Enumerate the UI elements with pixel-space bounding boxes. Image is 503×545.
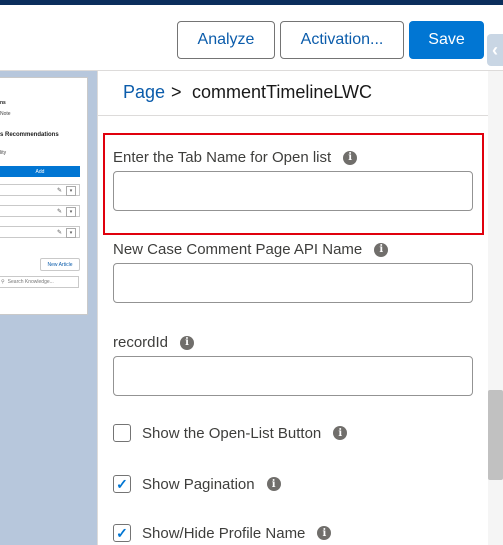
chevron-down-icon[interactable]: ▾ <box>66 228 76 238</box>
page-canvas: ns Note s Recommendations lity Add ✎ ▾ ✎… <box>0 71 97 545</box>
checkbox-row-open-list[interactable]: Show the Open-List Button i <box>113 424 348 442</box>
show-profile-name-checkbox[interactable]: ✓ <box>113 524 131 542</box>
breadcrumb-page-link[interactable]: Page <box>123 82 165 103</box>
canvas-row[interactable]: ✎ ▾ <box>0 184 80 196</box>
field-label-tab-name: Enter the Tab Name for Open list i <box>113 149 358 166</box>
canvas-row[interactable]: ✎ ▾ <box>0 226 80 238</box>
properties-panel: Page > commentTimelineLWC Enter the Tab … <box>97 71 503 545</box>
canvas-text: lity <box>0 150 7 156</box>
canvas-section-title: s Recommendations <box>0 132 59 138</box>
info-icon[interactable]: i <box>180 335 195 350</box>
field-label-text: Enter the Tab Name for Open list <box>113 149 332 166</box>
pin-icon: ✎ <box>56 209 62 215</box>
info-icon[interactable]: i <box>266 477 281 491</box>
canvas-component-card[interactable]: ns Note s Recommendations lity Add ✎ ▾ ✎… <box>0 77 88 315</box>
save-button[interactable]: Save <box>409 21 484 59</box>
knowledge-search-input[interactable]: ⚲ Search Knowledge... <box>0 276 79 288</box>
field-label-text: recordId <box>113 334 169 351</box>
show-open-list-checkbox[interactable] <box>113 424 131 442</box>
page-api-name-input[interactable] <box>113 263 473 303</box>
checkbox-row-pagination[interactable]: ✓ Show Pagination i <box>113 475 281 493</box>
scrollbar-thumb[interactable] <box>488 390 503 480</box>
field-label-text: New Case Comment Page API Name <box>113 241 363 258</box>
record-id-input[interactable] <box>113 356 473 396</box>
show-pagination-checkbox[interactable]: ✓ <box>113 475 131 493</box>
canvas-text: ns <box>0 100 6 106</box>
checkbox-row-profile-name[interactable]: ✓ Show/Hide Profile Name i <box>113 524 332 542</box>
activation-button[interactable]: Activation... <box>280 21 404 59</box>
info-icon[interactable]: i <box>374 242 389 257</box>
info-icon[interactable]: i <box>343 150 358 165</box>
new-article-button[interactable]: New Article <box>40 258 80 271</box>
checkbox-label: Show/Hide Profile Name <box>142 524 306 542</box>
chevron-down-icon[interactable]: ▾ <box>66 207 76 217</box>
canvas-row[interactable]: ✎ ▾ <box>0 205 80 217</box>
search-placeholder: Search Knowledge... <box>7 279 54 285</box>
pin-icon: ✎ <box>56 188 62 194</box>
pin-icon: ✎ <box>56 230 62 236</box>
search-icon: ⚲ <box>1 279 5 285</box>
tab-name-input[interactable] <box>113 171 473 211</box>
canvas-add-button[interactable]: Add <box>0 166 80 177</box>
info-icon[interactable]: i <box>317 526 332 540</box>
field-label-record-id: recordId i <box>113 334 195 351</box>
breadcrumb-separator: > <box>171 82 182 102</box>
canvas-text: Note <box>0 111 11 117</box>
checkbox-label: Show the Open-List Button <box>142 424 322 442</box>
analyze-button[interactable]: Analyze <box>177 21 275 59</box>
info-icon[interactable]: i <box>333 426 348 440</box>
chevron-down-icon[interactable]: ▾ <box>66 186 76 196</box>
breadcrumb: Page > commentTimelineLWC <box>98 71 503 116</box>
collapse-panel-icon[interactable]: ‹ <box>487 34 503 66</box>
checkbox-label: Show Pagination <box>142 475 255 493</box>
field-label-page-api-name: New Case Comment Page API Name i <box>113 241 389 258</box>
breadcrumb-current: commentTimelineLWC <box>192 82 373 102</box>
builder-header: Analyze Activation... Save <box>0 5 503 71</box>
